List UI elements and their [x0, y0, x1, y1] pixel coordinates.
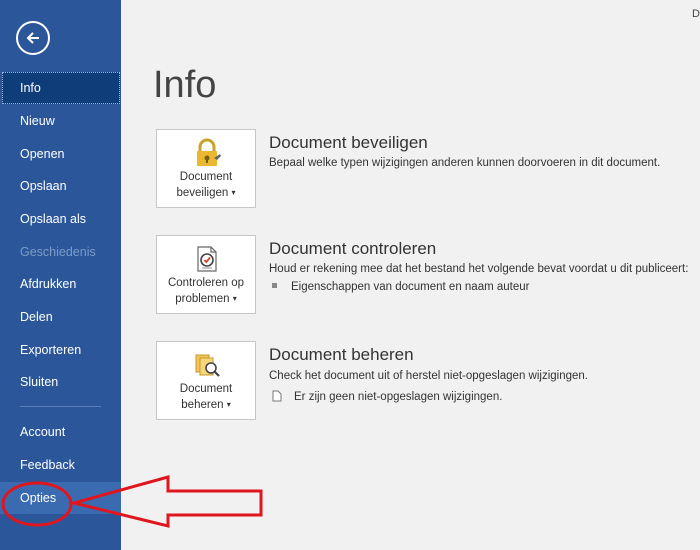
sidebar-item-save[interactable]: Opslaan [0, 170, 121, 202]
sidebar-item-print[interactable]: Afdrukken [0, 268, 121, 300]
lock-icon [197, 138, 221, 166]
tile-label: Document beveiligen ▾ [176, 171, 236, 199]
sidebar-item-options[interactable]: Opties [0, 482, 121, 514]
manage-bullet-item: Er zijn geen niet-opgeslagen wijzigingen… [272, 390, 502, 403]
page-title: Info [153, 64, 217, 106]
sidebar-item-save-as[interactable]: Opslaan als [0, 203, 121, 235]
manage-document-icon [195, 354, 220, 377]
check-for-issues-button[interactable]: Controleren op problemen ▾ [156, 235, 256, 314]
document-page-icon [272, 390, 282, 402]
dropdown-caret-icon: ▾ [226, 400, 231, 409]
sidebar-item-share[interactable]: Delen [0, 301, 121, 333]
tile-label: Controleren op problemen ▾ [167, 277, 245, 305]
sidebar-item-export[interactable]: Exporteren [0, 334, 121, 366]
section-description-inspect: Houd er rekening mee dat het bestand het… [269, 263, 689, 275]
sidebar-item-account[interactable]: Account [0, 416, 121, 448]
sidebar-item-new[interactable]: Nieuw [0, 105, 121, 137]
inspect-bullet-item: Eigenschappen van document en naam auteu… [272, 281, 529, 293]
bullet-square-icon [272, 283, 277, 288]
inspect-document-icon [197, 246, 217, 272]
protect-document-button[interactable]: Document beveiligen ▾ [156, 129, 256, 208]
sidebar-item-open[interactable]: Openen [0, 138, 121, 170]
user-initial: D [692, 8, 700, 20]
sidebar-divider [20, 406, 101, 407]
dropdown-caret-icon: ▾ [232, 294, 237, 303]
section-description-manage: Check het document uit of herstel niet-o… [269, 370, 588, 382]
manage-document-button[interactable]: Document beheren ▾ [156, 341, 256, 420]
section-title-manage: Document beheren [269, 345, 414, 364]
tile-label: Document beheren ▾ [179, 383, 233, 411]
back-arrow-icon [26, 32, 39, 44]
sidebar-item-history: Geschiedenis [20, 245, 96, 259]
backstage-sidebar: Info Nieuw Openen Opslaan Opslaan als Ge… [0, 0, 121, 550]
sidebar-item-close[interactable]: Sluiten [0, 366, 121, 398]
section-description-protect: Bepaal welke typen wijzigingen anderen k… [269, 157, 661, 169]
sidebar-item-feedback[interactable]: Feedback [0, 449, 121, 481]
back-button[interactable] [16, 21, 50, 55]
section-title-protect: Document beveiligen [269, 133, 428, 152]
section-title-inspect: Document controleren [269, 239, 437, 258]
dropdown-caret-icon: ▾ [231, 188, 236, 197]
sidebar-item-info[interactable]: Info [2, 72, 120, 104]
